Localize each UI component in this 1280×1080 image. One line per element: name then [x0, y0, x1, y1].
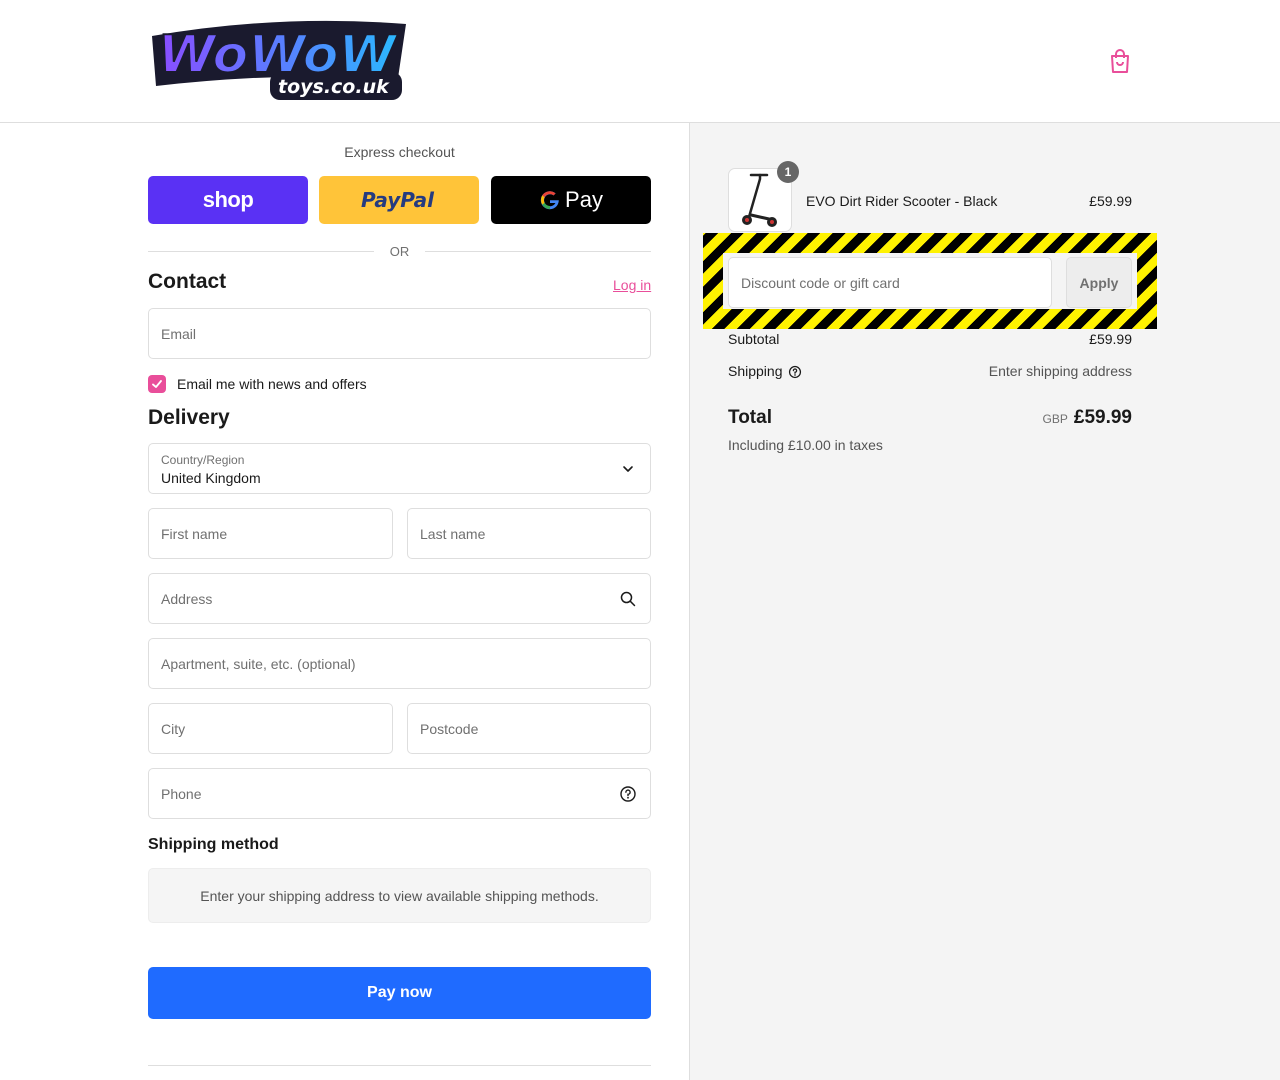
- contact-title: Contact: [148, 270, 227, 293]
- first-name-placeholder: First name: [161, 526, 228, 542]
- shopping-bag-icon: [1111, 49, 1129, 73]
- shipping-method-notice: Enter your shipping address to view avai…: [148, 868, 651, 923]
- or-divider: OR: [148, 242, 651, 262]
- phone-field[interactable]: Phone: [148, 768, 651, 819]
- postcode-field[interactable]: Postcode: [407, 703, 651, 754]
- quantity-badge: 1: [777, 161, 799, 183]
- postcode-placeholder: Postcode: [420, 721, 479, 737]
- shop-pay-label: shop: [202, 187, 254, 212]
- subtotal-label: Subtotal: [728, 331, 780, 347]
- shop-pay-button[interactable]: shop: [148, 176, 308, 224]
- footer-divider: [148, 1065, 651, 1066]
- apartment-field[interactable]: Apartment, suite, etc. (optional): [148, 638, 651, 689]
- email-placeholder: Email: [161, 326, 197, 342]
- last-name-placeholder: Last name: [420, 526, 486, 542]
- google-pay-label: Pay: [565, 187, 603, 212]
- pay-now-button[interactable]: Pay now: [148, 967, 651, 1019]
- google-g-icon: [540, 191, 559, 210]
- help-circle-icon[interactable]: [619, 785, 637, 803]
- paypal-logo: PayPal: [361, 188, 435, 212]
- login-link[interactable]: Log in: [613, 277, 651, 293]
- address-field[interactable]: Address: [148, 573, 651, 624]
- discount-code-input[interactable]: Discount code or gift card: [728, 257, 1052, 308]
- email-field[interactable]: Email: [148, 308, 651, 359]
- paypal-button[interactable]: PayPal: [319, 176, 479, 224]
- shipping-row: Shipping Enter shipping address: [728, 363, 1132, 379]
- city-placeholder: City: [161, 721, 186, 737]
- logo-graphic: WoWoW toys.co.uk: [152, 20, 406, 100]
- site-logo[interactable]: WoWoW toys.co.uk: [148, 20, 410, 102]
- last-name-field[interactable]: Last name: [407, 508, 651, 559]
- country-label: Country/Region: [161, 453, 245, 467]
- subtotal-row: Subtotal £59.99: [728, 331, 1132, 347]
- total-currency: GBP: [1042, 412, 1068, 426]
- first-name-field[interactable]: First name: [148, 508, 393, 559]
- shipping-method-title: Shipping method: [148, 836, 279, 853]
- total-label: Total: [728, 407, 772, 428]
- newsletter-option[interactable]: Email me with news and offers: [148, 374, 367, 394]
- express-checkout-title: Express checkout: [344, 144, 455, 160]
- delivery-title: Delivery: [148, 406, 230, 429]
- site-header: WoWoW toys.co.uk: [0, 0, 1280, 123]
- chevron-down-icon: [623, 466, 633, 472]
- shipping-label: Shipping: [728, 363, 783, 379]
- logo-sub-text: toys.co.uk: [278, 76, 390, 98]
- total-amount: £59.99: [1073, 407, 1132, 428]
- apply-discount-button[interactable]: Apply: [1066, 257, 1132, 308]
- subtotal-value: £59.99: [1089, 331, 1132, 347]
- google-pay-button[interactable]: Pay: [491, 176, 651, 224]
- search-icon: [620, 591, 636, 607]
- product-price: £59.99: [1089, 193, 1132, 209]
- product-name: EVO Dirt Rider Scooter - Black: [806, 193, 998, 209]
- paypal-label: PayPal: [361, 188, 435, 212]
- newsletter-checkbox[interactable]: [148, 375, 166, 393]
- address-placeholder: Address: [161, 591, 213, 607]
- shipping-value: Enter shipping address: [988, 363, 1132, 379]
- discount-placeholder: Discount code or gift card: [741, 275, 900, 291]
- apartment-placeholder: Apartment, suite, etc. (optional): [161, 656, 356, 672]
- phone-placeholder: Phone: [161, 786, 202, 802]
- country-select[interactable]: Country/Region United Kingdom: [148, 443, 651, 494]
- or-text: OR: [389, 244, 410, 259]
- help-circle-icon[interactable]: [788, 365, 802, 379]
- country-value: United Kingdom: [161, 470, 261, 486]
- city-field[interactable]: City: [148, 703, 393, 754]
- newsletter-label: Email me with news and offers: [177, 376, 367, 392]
- taxes-note: Including £10.00 in taxes: [728, 437, 883, 453]
- total-price: GBP £59.99: [1000, 407, 1132, 429]
- checkmark-icon: [152, 380, 162, 388]
- cart-button[interactable]: [1108, 48, 1132, 74]
